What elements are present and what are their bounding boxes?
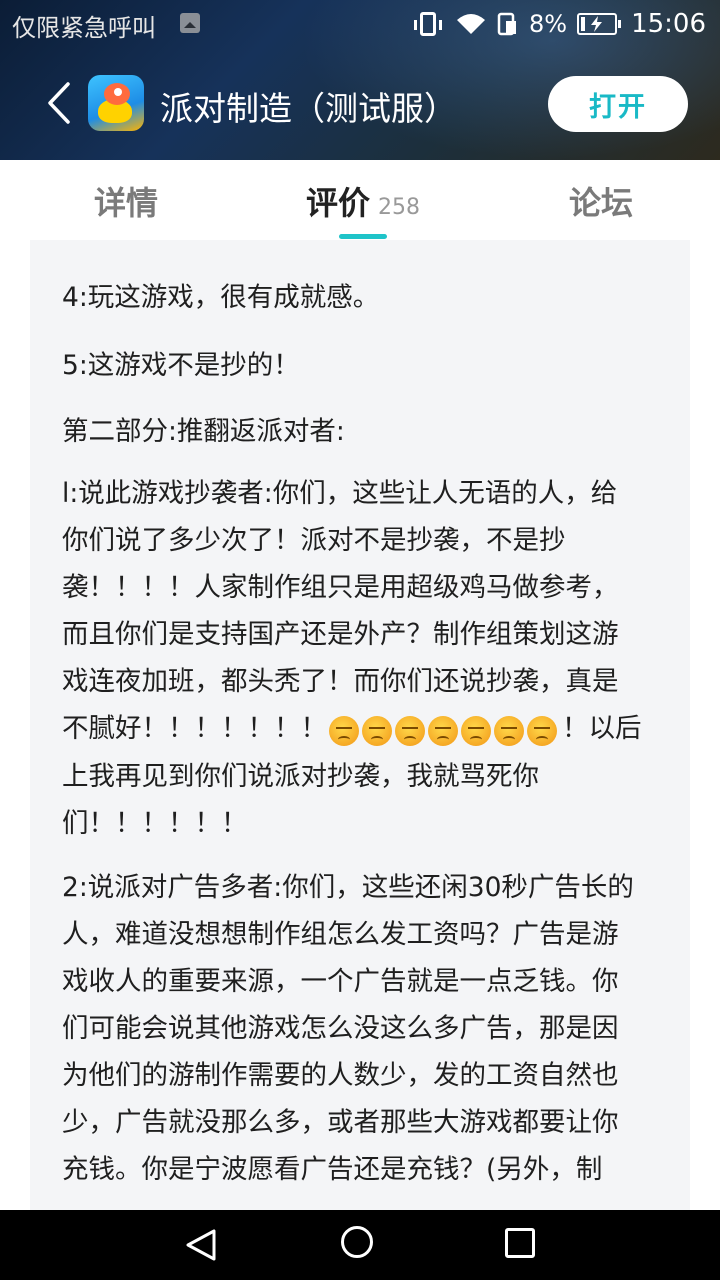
app-title: 派对制造（测试服）: [160, 89, 457, 128]
battery-charging-icon: [577, 13, 622, 35]
text-line: 5:这游戏不是抄的！: [62, 350, 300, 381]
active-tab-indicator: [339, 234, 387, 239]
tab-details[interactable]: 详情: [94, 178, 158, 224]
frown-emoji-row: [329, 706, 560, 753]
frown-emoji-icon: [395, 715, 425, 746]
frown-emoji-icon: [329, 715, 359, 746]
text-line: 们！！！！！！: [62, 808, 248, 839]
frown-emoji-icon: [362, 715, 392, 746]
clock: 15:06: [631, 9, 706, 39]
home-circle-icon[interactable]: [341, 1226, 373, 1258]
status-icons: 8% 15:06: [411, 8, 706, 40]
text-line: 而且你们是支持国产还是外产？制作组策划这游: [62, 619, 619, 650]
tab-reviews-label: 评价: [306, 184, 371, 222]
text-line: l:说此游戏抄袭者:你们，这些让人无语的人，给: [62, 478, 618, 509]
text-line: 充钱。你是宁波愿看广告还是充钱？(另外，制: [62, 1154, 603, 1185]
frown-emoji-icon: [527, 715, 557, 746]
tab-bar: 详情 评价 258 论坛: [0, 160, 720, 240]
tab-forum[interactable]: 论坛: [569, 178, 633, 224]
text-line: 们可能会说其他游戏怎么没这么多广告，那是因: [62, 1013, 619, 1044]
carrier-text: 仅限紧急呼叫: [12, 14, 156, 42]
frown-emoji-icon: [494, 715, 524, 746]
review-paragraph: l:说此游戏抄袭者:你们，这些让人无语的人，给 你们说了多少次了！派对不是抄袭，…: [62, 470, 662, 847]
text-line: 为他们的游制作需要的人数少，发的工资自然也: [62, 1060, 619, 1091]
app-bar: 派对制造（测试服） 打开: [0, 58, 720, 150]
back-triangle-icon[interactable]: [184, 1228, 218, 1262]
text-line: 上我再见到你们说派对抄袭，我就骂死你: [62, 761, 539, 792]
text-segment: ！以后: [562, 713, 642, 744]
recent-square-icon[interactable]: [505, 1228, 535, 1258]
text-line-with-emoji: 不腻好！！！！！！！ ！以后: [62, 705, 662, 753]
wifi-icon: [456, 14, 485, 34]
text-line: 袭！！！！人家制作组只是用超级鸡马做参考，: [62, 572, 619, 603]
sim-icon: [497, 12, 516, 36]
review-content: 4:玩这游戏，很有成就感。 5:这游戏不是抄的！ 第二部分:推翻返派对者: l:…: [30, 240, 690, 1210]
review-paragraph: 4:玩这游戏，很有成就感。: [62, 274, 662, 321]
status-bar: 仅限紧急呼叫 8% 15:06: [0, 0, 720, 48]
review-paragraph: 5:这游戏不是抄的！: [62, 342, 662, 389]
text-line: 2:说派对广告多者:你们，这些还闲30秒广告长的: [62, 872, 634, 903]
image-notification-icon: [180, 13, 200, 33]
text-line: 4:玩这游戏，很有成就感。: [62, 282, 380, 313]
review-paragraph: 2:说派对广告多者:你们，这些还闲30秒广告长的 人，难道没想想制作组怎么发工资…: [62, 864, 662, 1193]
vibrate-icon: [411, 12, 445, 36]
tab-reviews[interactable]: 评价 258: [306, 178, 420, 224]
text-line: 少，广告就没那么多，或者那些大游戏都要让你: [62, 1107, 619, 1138]
header: 仅限紧急呼叫 8% 15:06 派对制造（测试服） 打开: [0, 0, 720, 160]
frown-emoji-icon: [461, 715, 491, 746]
text-line: 你们说了多少次了！派对不是抄袭，不是抄: [62, 525, 566, 556]
app-logo: [88, 75, 144, 131]
review-paragraph: 第二部分:推翻返派对者:: [62, 408, 662, 455]
text-line: 戏连夜加班，都头秃了！而你们还说抄袭，真是: [62, 666, 619, 697]
review-count: 258: [378, 195, 421, 220]
text-line: 第二部分:推翻返派对者:: [62, 416, 345, 447]
battery-percent: 8%: [528, 10, 568, 38]
frown-emoji-icon: [428, 715, 458, 746]
text-line: 人，难道没想想制作组怎么发工资吗？广告是游: [62, 919, 619, 950]
text-segment: 不腻好！！！！！！！: [62, 713, 327, 744]
open-button[interactable]: 打开: [548, 76, 688, 132]
system-nav-bar: [0, 1210, 720, 1280]
back-arrow-icon[interactable]: [40, 78, 80, 128]
text-line: 戏收人的重要来源，一个广告就是一点乏钱。你: [62, 966, 619, 997]
